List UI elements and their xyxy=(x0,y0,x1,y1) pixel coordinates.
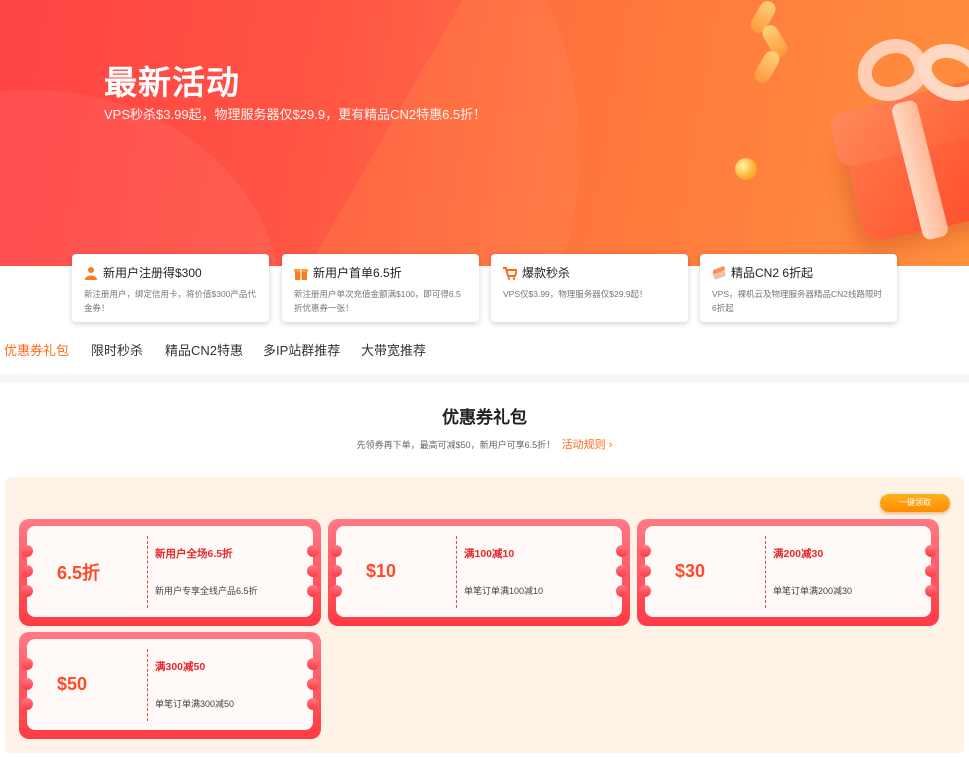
coupon-desc: 新用户专享全线产品6.5折 xyxy=(155,586,258,596)
section-subtitle: 先领券再下单，最高可减$50，新用户可享6.5折！ 活动规则 › xyxy=(0,436,969,452)
feature-card-first-order[interactable]: 新用户首单6.5折 新注册用户单次充值金额满$100，即可得6.5折优惠券一张！ xyxy=(282,254,479,322)
gold-ball-icon xyxy=(735,158,757,180)
feature-card-title: 爆款秒杀 xyxy=(522,266,571,280)
feature-card-flash-sale[interactable]: 爆款秒杀 VPS仅$3.99，物理服务器仅$29.9起！ xyxy=(491,254,688,322)
coupon-card[interactable]: $30 满200减30 单笔订单满200减30 xyxy=(637,519,939,626)
tab-cn2[interactable]: 精品CN2特惠 xyxy=(165,340,243,359)
server-icon xyxy=(712,265,726,280)
coupon-name: 新用户全场6.5折 xyxy=(155,548,233,560)
coupon-desc: 单笔订单满100减10 xyxy=(464,586,544,596)
coupon-separator xyxy=(147,536,148,608)
feature-card-desc: VPS，裸机云及物理服务器精品CN2线路限时6折起 xyxy=(712,289,883,313)
coupon-separator xyxy=(456,536,457,608)
user-icon xyxy=(84,266,98,280)
coupon-separator xyxy=(147,649,148,721)
coupon-name: 满100减10 xyxy=(464,548,515,560)
coupon-name: 满200减30 xyxy=(773,548,824,560)
tab-coupons[interactable]: 优惠券礼包 xyxy=(4,340,69,359)
hero-subtitle: VPS秒杀$3.99起，物理服务器仅$29.9，更有精品CN2特惠6.5折！ xyxy=(104,107,487,122)
coupon-card[interactable]: $50 满300减50 单笔订单满300减50 xyxy=(19,632,321,739)
ribbon-curl-icon xyxy=(745,0,805,100)
coupon-amount: $50 xyxy=(57,674,88,694)
coupon-amount: 6.5折 xyxy=(57,562,101,583)
section-title: 优惠券礼包 xyxy=(442,408,527,427)
tab-multi-ip[interactable]: 多IP站群推荐 xyxy=(263,340,340,359)
coupon-name: 满300减50 xyxy=(155,661,206,673)
tab-flash-sale[interactable]: 限时秒杀 xyxy=(91,340,143,359)
cart-icon xyxy=(503,266,519,280)
rules-link[interactable]: 活动规则 › xyxy=(562,439,613,451)
feature-card-title: 新用户注册得$300 xyxy=(103,266,202,280)
category-tabs: 优惠券礼包 限时秒杀 精品CN2特惠 多IP站群推荐 大带宽推荐 xyxy=(0,338,969,360)
claim-all-button[interactable]: 一键领取 xyxy=(880,494,950,512)
feature-card-title: 新用户首单6.5折 xyxy=(313,266,402,280)
coupon-desc: 单笔订单满200减30 xyxy=(773,586,853,596)
coupon-card[interactable]: $10 满100减10 单笔订单满100减10 xyxy=(328,519,630,626)
tab-bandwidth[interactable]: 大带宽推荐 xyxy=(361,340,426,359)
feature-cards: 新用户注册得$300 新注册用户，绑定信用卡，将价值$300产品代金券！ 新用户… xyxy=(72,254,902,322)
hero-title: 最新活动 xyxy=(104,64,240,101)
coupon-separator xyxy=(765,536,766,608)
gift-icon xyxy=(294,266,308,280)
coupon-desc: 单笔订单满300减50 xyxy=(155,699,235,709)
coupon-amount: $30 xyxy=(675,561,706,581)
feature-card-cn2[interactable]: 精品CN2 6折起 VPS，裸机云及物理服务器精品CN2线路限时6折起 xyxy=(700,254,897,322)
section-divider xyxy=(0,374,969,383)
feature-card-desc: 新注册用户单次充值金额满$100，即可得6.5折优惠券一张！ xyxy=(294,289,461,313)
feature-card-title: 精品CN2 6折起 xyxy=(731,266,814,280)
feature-card-desc: VPS仅$3.99，物理服务器仅$29.9起！ xyxy=(503,289,648,299)
feature-card-desc: 新注册用户，绑定信用卡，将价值$300产品代金券！ xyxy=(84,289,256,313)
gift-box-icon xyxy=(812,28,969,244)
hero-banner: 最新活动 VPS秒杀$3.99起，物理服务器仅$29.9，更有精品CN2特惠6.… xyxy=(0,0,969,266)
section-subtitle-text: 先领券再下单，最高可减$50，新用户可享6.5折！ xyxy=(356,440,556,450)
feature-card-register[interactable]: 新用户注册得$300 新注册用户，绑定信用卡，将价值$300产品代金券！ xyxy=(72,254,269,322)
coupon-amount: $10 xyxy=(366,561,397,581)
coupon-card[interactable]: 6.5折 新用户全场6.5折 新用户专享全线产品6.5折 xyxy=(19,519,321,626)
